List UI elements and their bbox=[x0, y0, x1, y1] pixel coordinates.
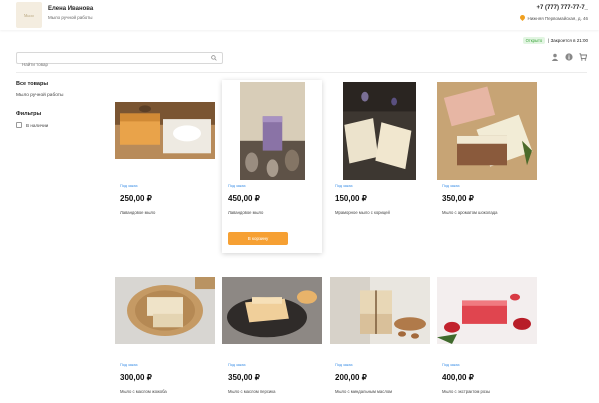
product-name[interactable]: Мыло с маслом жожоба bbox=[120, 389, 167, 394]
product-image[interactable] bbox=[343, 82, 416, 180]
product-image[interactable] bbox=[330, 277, 430, 344]
product-card[interactable]: Под заказ 350,00 ₽ Мыло с маслом персика bbox=[222, 277, 322, 403]
phone-number[interactable]: +7 (777) 777-77-7_ bbox=[536, 5, 588, 11]
divider bbox=[16, 72, 587, 73]
product-name[interactable]: Мыло с маслом персика bbox=[228, 389, 276, 394]
product-price: 450,00 ₽ bbox=[228, 194, 260, 203]
product-category: Под заказ bbox=[442, 184, 460, 188]
search-icon[interactable] bbox=[211, 55, 217, 61]
search-bar bbox=[16, 52, 223, 70]
product-name[interactable]: Мраморное мыло с корицей bbox=[335, 210, 390, 215]
logo-text: Мыло bbox=[23, 12, 35, 18]
in-stock-label: В наличии bbox=[26, 122, 49, 128]
address[interactable]: Нижняя Первомайская, д. 46 bbox=[520, 15, 588, 21]
product-card[interactable]: Под заказ 200,00 ₽ Мыло с миндальным мас… bbox=[330, 277, 430, 403]
product-card[interactable]: Под заказ 150,00 ₽ Мраморное мыло с кори… bbox=[330, 80, 430, 240]
product-image[interactable] bbox=[115, 102, 215, 159]
product-name[interactable]: Лавандовое мыло bbox=[120, 210, 155, 215]
sidebar-all-products[interactable]: Все товары bbox=[16, 81, 48, 87]
sidebar-item-handmade-soap[interactable]: Мыло ручной работы bbox=[16, 93, 63, 98]
info-icon[interactable] bbox=[565, 53, 573, 61]
header-actions bbox=[551, 53, 587, 61]
product-category: Под заказ bbox=[228, 184, 246, 188]
product-card[interactable]: Под заказ 400,00 ₽ Мыло с экстрактом роз… bbox=[437, 277, 537, 403]
user-icon[interactable] bbox=[551, 53, 559, 61]
location-pin-icon bbox=[520, 15, 525, 21]
product-image[interactable] bbox=[240, 82, 305, 180]
shop-name[interactable]: Елена Иванова bbox=[48, 6, 93, 12]
shop-subtitle: Мыло ручной работы bbox=[48, 15, 93, 20]
filters-title: Фильтры bbox=[16, 111, 42, 117]
header: Мыло Елена Иванова Мыло ручной работы +7… bbox=[0, 0, 599, 30]
product-price: 300,00 ₽ bbox=[120, 373, 152, 382]
product-card[interactable]: Под заказ 250,00 ₽ Лавандовое мыло bbox=[115, 80, 215, 240]
product-category: Под заказ bbox=[335, 363, 353, 367]
product-card-hovered[interactable]: Под заказ 450,00 ₽ Лавандовое мыло В кор… bbox=[222, 80, 322, 253]
product-price: 150,00 ₽ bbox=[335, 194, 367, 203]
product-category: Под заказ bbox=[335, 184, 353, 188]
in-stock-checkbox[interactable] bbox=[16, 122, 22, 128]
product-card[interactable]: Под заказ 300,00 ₽ Мыло с маслом жожоба bbox=[115, 277, 215, 403]
opening-status: Открыто | Закроется в 21:00 bbox=[522, 37, 588, 44]
product-image[interactable] bbox=[437, 277, 537, 344]
product-price: 200,00 ₽ bbox=[335, 373, 367, 382]
status-badge: Открыто bbox=[522, 37, 546, 44]
closing-time: | Закроется в 21:00 bbox=[548, 38, 588, 43]
product-name[interactable]: Лавандовое мыло bbox=[228, 210, 263, 215]
product-name[interactable]: Мыло с экстрактом розы bbox=[442, 389, 490, 394]
product-image[interactable] bbox=[222, 277, 322, 344]
product-price: 350,00 ₽ bbox=[442, 194, 474, 203]
cart-icon[interactable] bbox=[579, 53, 587, 61]
address-text: Нижняя Первомайская, д. 46 bbox=[527, 15, 588, 21]
product-card[interactable]: Под заказ 350,00 ₽ Мыло с ароматом шокол… bbox=[437, 80, 537, 240]
product-image[interactable] bbox=[437, 82, 537, 180]
product-category: Под заказ bbox=[120, 184, 138, 188]
shop-logo[interactable]: Мыло bbox=[16, 2, 42, 28]
product-category: Под заказ bbox=[228, 363, 246, 367]
product-image[interactable] bbox=[115, 277, 215, 344]
product-price: 350,00 ₽ bbox=[228, 373, 260, 382]
in-stock-filter[interactable]: В наличии bbox=[16, 122, 48, 128]
product-price: 400,00 ₽ bbox=[442, 373, 474, 382]
product-category: Под заказ bbox=[442, 363, 460, 367]
product-name[interactable]: Мыло с миндальным маслом bbox=[335, 389, 392, 394]
add-to-cart-button[interactable]: В корзину bbox=[228, 232, 288, 245]
search-input[interactable] bbox=[17, 59, 197, 70]
product-category: Под заказ bbox=[120, 363, 138, 367]
product-name[interactable]: Мыло с ароматом шоколада bbox=[442, 210, 497, 215]
product-price: 250,00 ₽ bbox=[120, 194, 152, 203]
